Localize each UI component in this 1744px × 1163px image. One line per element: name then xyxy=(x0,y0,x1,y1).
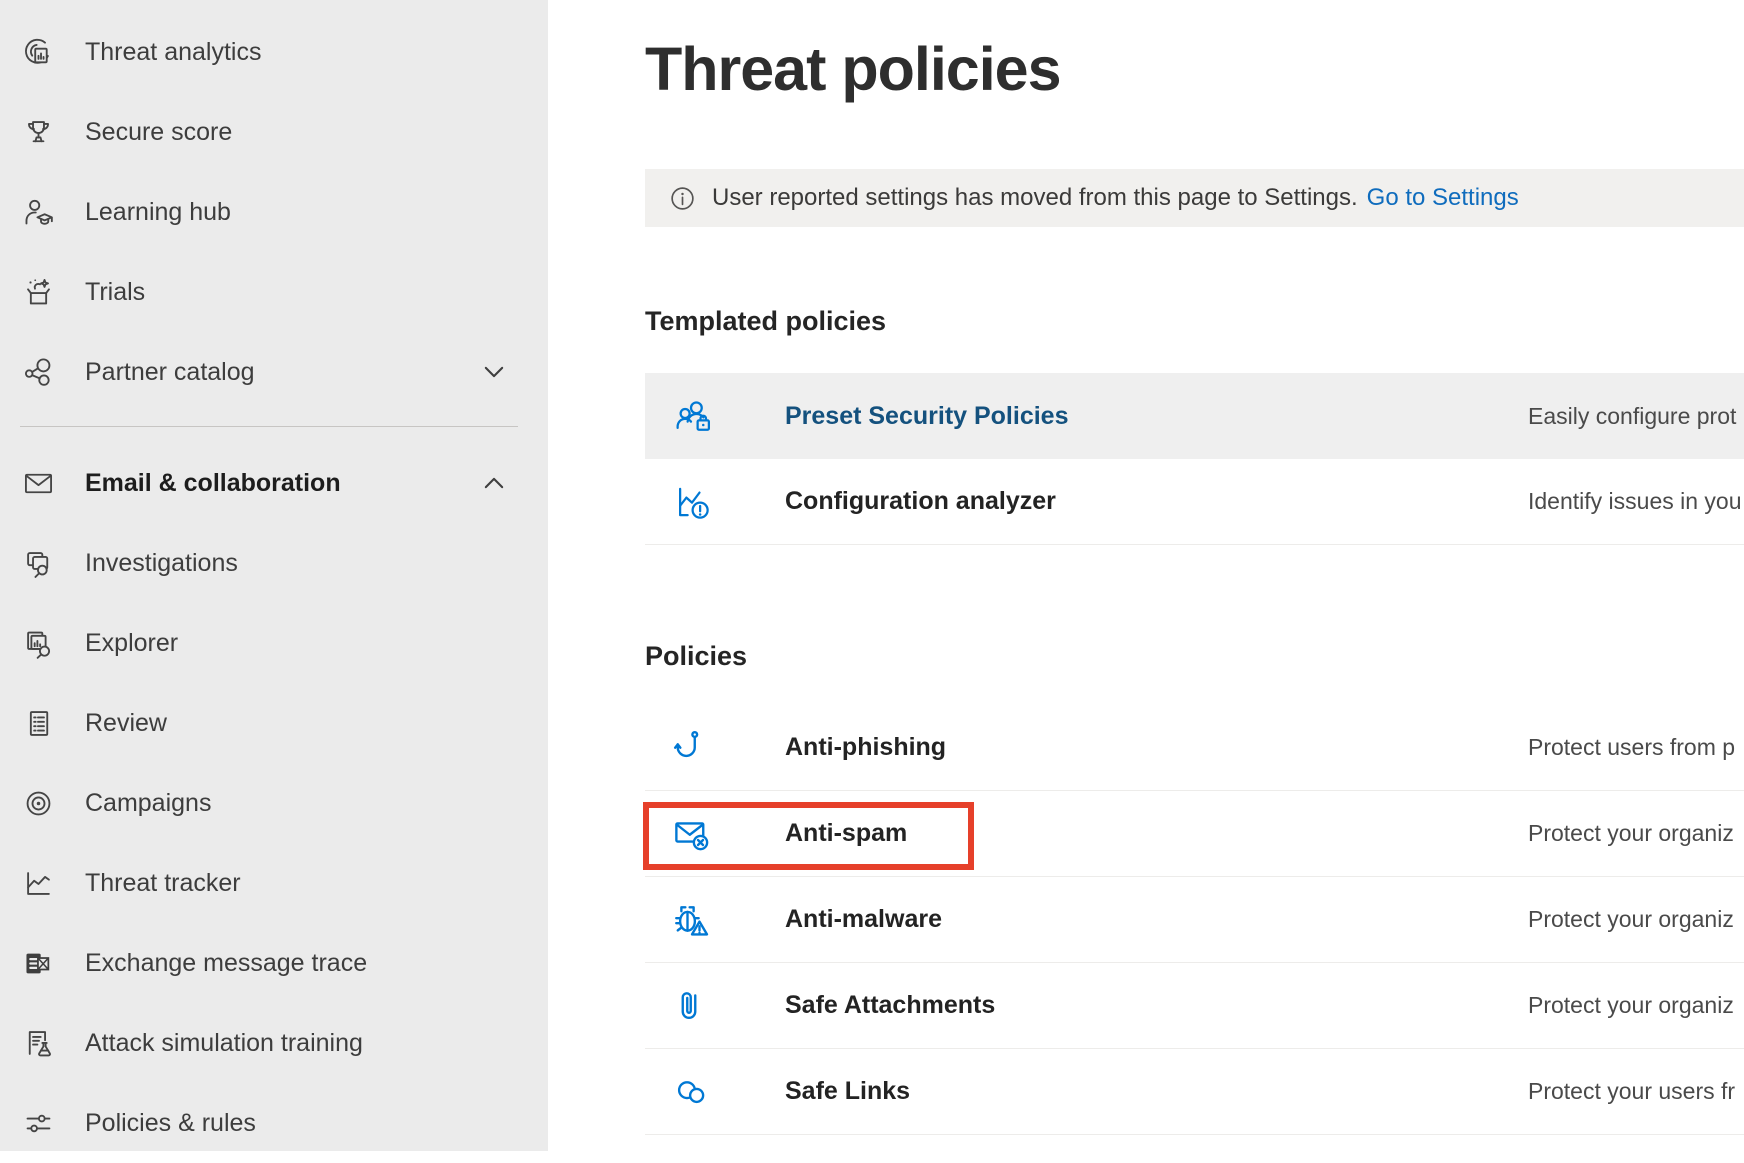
sidebar-item-trials[interactable]: Trials xyxy=(0,252,548,332)
row-preset-security-policies[interactable]: Preset Security Policies Easily configur… xyxy=(645,373,1744,459)
anti-malware-label: Anti-malware xyxy=(785,905,942,934)
attack-simulation-training-icon xyxy=(20,1025,56,1061)
chevron-up-icon[interactable] xyxy=(480,469,508,497)
policies-list: Anti-phishing Protect users from p Anti-… xyxy=(645,705,1744,1135)
sidebar-item-label: Explorer xyxy=(85,629,178,658)
anti-malware-icon xyxy=(672,900,712,940)
sidebar-item-exchange-message-trace[interactable]: Exchange message trace xyxy=(0,923,548,1003)
sidebar-item-threat-tracker[interactable]: Threat tracker xyxy=(0,843,548,923)
safe-links-label: Safe Links xyxy=(785,1077,910,1106)
sidebar-item-explorer[interactable]: Explorer xyxy=(0,603,548,683)
safe-attachments-label: Safe Attachments xyxy=(785,991,995,1020)
info-banner: User reported settings has moved from th… xyxy=(645,169,1744,227)
sidebar-item-email-collaboration[interactable]: Email & collaboration xyxy=(0,443,548,523)
sidebar-item-investigations[interactable]: Investigations xyxy=(0,523,548,603)
sidebar-item-learning-hub[interactable]: Learning hub xyxy=(0,172,548,252)
sidebar: Threat analytics Secure score L xyxy=(0,0,548,1151)
row-description: Protect your organiz xyxy=(1528,906,1734,933)
sidebar-item-label: Attack simulation training xyxy=(85,1029,363,1058)
sidebar-item-label: Threat tracker xyxy=(85,869,241,898)
sidebar-item-campaigns[interactable]: Campaigns xyxy=(0,763,548,843)
preset-security-policies-icon xyxy=(672,396,712,436)
sidebar-item-label: Learning hub xyxy=(85,198,231,227)
campaigns-icon xyxy=(20,785,56,821)
sidebar-item-label: Investigations xyxy=(85,549,238,578)
anti-phishing-icon xyxy=(672,728,712,768)
row-configuration-analyzer[interactable]: Configuration analyzer Identify issues i… xyxy=(645,459,1744,545)
row-safe-attachments[interactable]: Safe Attachments Protect your organiz xyxy=(645,963,1744,1049)
sidebar-item-threat-analytics[interactable]: Threat analytics xyxy=(0,12,548,92)
row-description: Easily configure prot xyxy=(1528,403,1736,430)
email-collaboration-icon xyxy=(20,465,56,501)
chevron-down-icon[interactable] xyxy=(480,358,508,386)
explorer-icon xyxy=(20,625,56,661)
policies-rules-icon xyxy=(20,1105,56,1141)
templated-policies-list: Preset Security Policies Easily configur… xyxy=(645,373,1744,545)
row-safe-links[interactable]: Safe Links Protect your users fr xyxy=(645,1049,1744,1135)
sidebar-item-label: Trials xyxy=(85,278,145,307)
sidebar-item-review[interactable]: Review xyxy=(0,683,548,763)
row-description: Protect your organiz xyxy=(1528,820,1734,847)
sidebar-item-label: Threat analytics xyxy=(85,38,261,67)
templated-policies-heading: Templated policies xyxy=(645,306,886,337)
partner-catalog-icon xyxy=(20,354,56,390)
sidebar-item-label: Partner catalog xyxy=(85,358,255,387)
info-icon xyxy=(669,185,696,212)
sidebar-item-label: Review xyxy=(85,709,167,738)
safe-attachments-icon xyxy=(672,986,712,1026)
sidebar-item-label: Email & collaboration xyxy=(85,469,341,498)
preset-security-policies-link[interactable]: Preset Security Policies xyxy=(785,402,1068,431)
sidebar-item-label: Campaigns xyxy=(85,789,211,818)
main-content: Threat policies User reported settings h… xyxy=(548,0,1744,1151)
policies-heading: Policies xyxy=(645,641,747,672)
sidebar-item-secure-score[interactable]: Secure score xyxy=(0,92,548,172)
row-description: Protect your organiz xyxy=(1528,992,1734,1019)
sidebar-item-policies-rules[interactable]: Policies & rules xyxy=(0,1083,548,1163)
row-anti-spam[interactable]: Anti-spam Protect your organiz xyxy=(645,791,1744,877)
row-description: Protect users from p xyxy=(1528,734,1735,761)
trials-icon xyxy=(20,274,56,310)
safe-links-icon xyxy=(672,1072,712,1112)
secure-score-icon xyxy=(20,114,56,150)
row-description: Protect your users fr xyxy=(1528,1078,1735,1105)
exchange-message-trace-icon xyxy=(20,945,56,981)
sidebar-item-label: Secure score xyxy=(85,118,232,147)
sidebar-item-partner-catalog[interactable]: Partner catalog xyxy=(0,332,548,412)
learning-hub-icon xyxy=(20,194,56,230)
row-anti-malware[interactable]: Anti-malware Protect your organiz xyxy=(645,877,1744,963)
anti-spam-label: Anti-spam xyxy=(785,819,907,848)
threat-tracker-icon xyxy=(20,865,56,901)
banner-message: User reported settings has moved from th… xyxy=(712,184,1358,212)
investigations-icon xyxy=(20,545,56,581)
go-to-settings-link[interactable]: Go to Settings xyxy=(1367,184,1519,212)
page-title: Threat policies xyxy=(645,34,1061,104)
sidebar-item-attack-simulation-training[interactable]: Attack simulation training xyxy=(0,1003,548,1083)
configuration-analyzer-icon xyxy=(672,482,712,522)
sidebar-item-label: Exchange message trace xyxy=(85,949,367,978)
configuration-analyzer-label: Configuration analyzer xyxy=(785,487,1056,516)
review-icon xyxy=(20,705,56,741)
anti-phishing-label: Anti-phishing xyxy=(785,733,946,762)
row-anti-phishing[interactable]: Anti-phishing Protect users from p xyxy=(645,705,1744,791)
row-description: Identify issues in you xyxy=(1528,488,1742,515)
threat-analytics-icon xyxy=(20,34,56,70)
anti-spam-icon xyxy=(672,814,712,854)
sidebar-item-label: Policies & rules xyxy=(85,1109,256,1138)
sidebar-divider xyxy=(20,426,518,427)
